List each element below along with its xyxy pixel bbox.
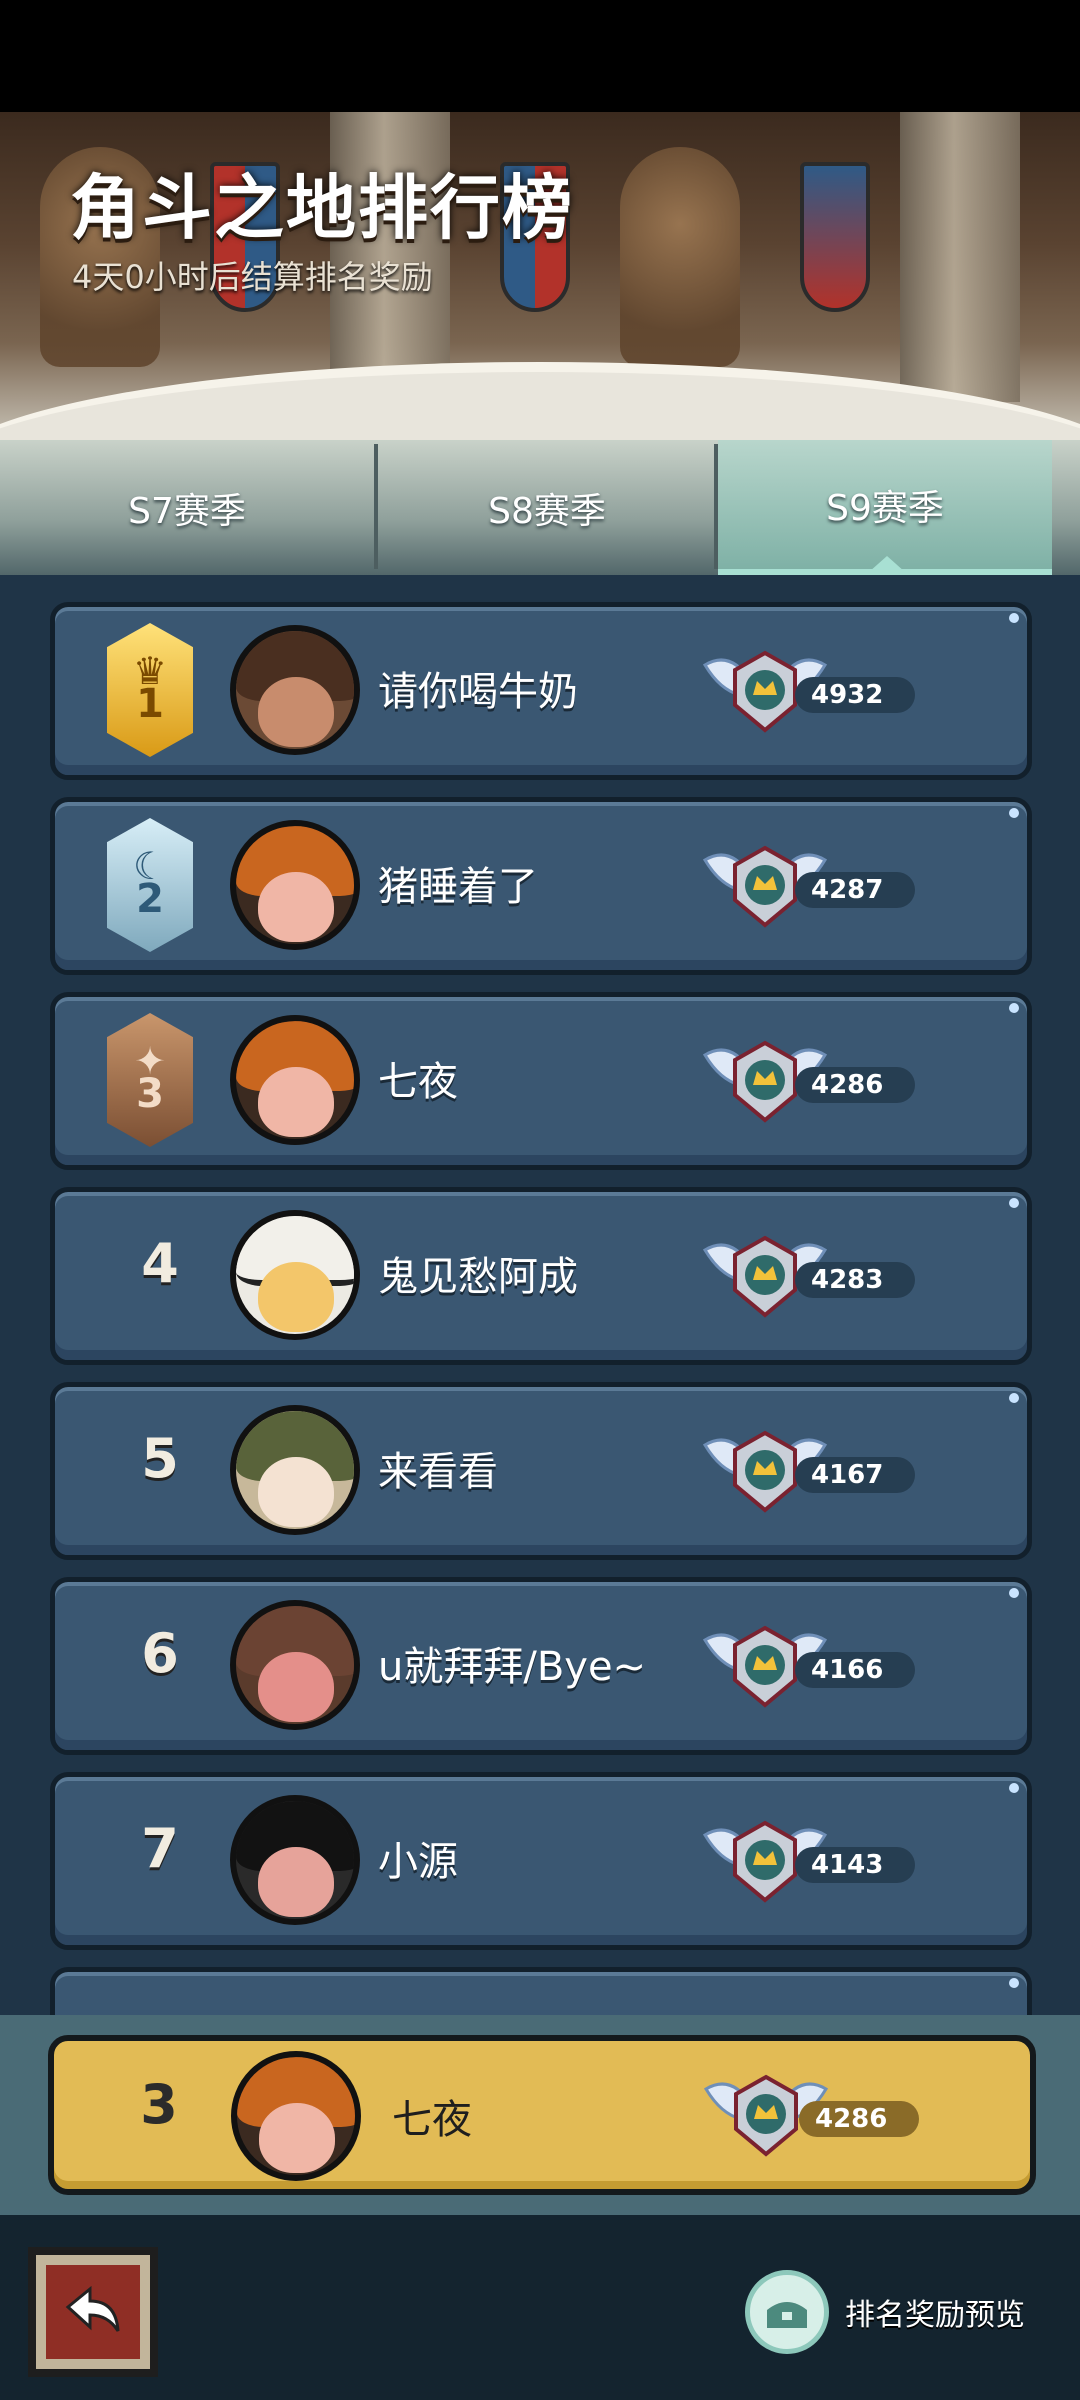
avatar[interactable] xyxy=(230,1600,360,1730)
player-name: 请你喝牛奶 xyxy=(378,669,578,715)
rank-number: 6 xyxy=(141,1622,179,1685)
leaderboard-row[interactable]: 6 u就拜拜/Bye~ 4166 xyxy=(50,1577,1032,1755)
corner-dot xyxy=(1009,613,1019,623)
player-name: 来看看 xyxy=(378,1449,498,1495)
score-value: 4287 xyxy=(795,872,915,908)
corner-dot xyxy=(1009,1978,1019,1988)
avatar-face xyxy=(258,872,334,942)
rank-number: 4 xyxy=(141,1232,179,1295)
corner-dot xyxy=(1009,1783,1019,1793)
avatar-face xyxy=(258,1847,334,1917)
avatar-face xyxy=(258,677,334,747)
score-value: 4167 xyxy=(795,1457,915,1493)
active-tab-indicator xyxy=(869,556,905,572)
player-name: 小源 xyxy=(378,1839,458,1885)
leaderboard-row-partial[interactable] xyxy=(50,1967,1032,2015)
leaderboard-screen: 角斗之地排行榜 4天0小时后结算排名奖励 S7赛季 S8赛季 S9赛季 ♛ 1 … xyxy=(0,0,1080,2400)
settlement-countdown: 4天0小时后结算排名奖励 xyxy=(72,258,433,296)
reward-preview-label: 排名奖励预览 xyxy=(845,2298,1025,2333)
gold-medal-icon: ♛ 1 xyxy=(107,623,193,757)
player-name: 鬼见愁阿成 xyxy=(378,1254,578,1300)
leaderboard-row[interactable]: ♛ 1 请你喝牛奶 4932 xyxy=(50,602,1032,780)
corner-dot xyxy=(1009,1393,1019,1403)
arena-banner: 角斗之地排行榜 4天0小时后结算排名奖励 xyxy=(0,112,1080,442)
shield-decoration xyxy=(800,162,870,312)
reward-preview-button[interactable]: 排名奖励预览 xyxy=(745,2270,1045,2354)
leaderboard-row[interactable]: 5 来看看 4167 xyxy=(50,1382,1032,1560)
back-button[interactable] xyxy=(28,2247,158,2377)
my-avatar[interactable] xyxy=(231,2051,361,2181)
my-rank-row[interactable]: 3 七夜 4286 xyxy=(48,2035,1036,2195)
star-icon: ✦ xyxy=(134,1039,166,1083)
avatar[interactable] xyxy=(230,1210,360,1340)
bronze-medal-icon: ✦ 3 xyxy=(107,1013,193,1147)
knight-statue xyxy=(620,147,740,367)
score-value: 4143 xyxy=(795,1847,915,1883)
score-value: 4286 xyxy=(795,1067,915,1103)
season-tabs: S7赛季 S8赛季 S9赛季 xyxy=(0,440,1080,575)
my-score-value: 4286 xyxy=(799,2101,919,2137)
corner-dot xyxy=(1009,1588,1019,1598)
score-value: 4283 xyxy=(795,1262,915,1298)
avatar-face xyxy=(258,1457,334,1527)
silver-medal-icon: ☾ 2 xyxy=(107,818,193,952)
leaderboard-list[interactable]: ♛ 1 请你喝牛奶 4932 ☾ 2 猪睡着了 4287 ✦ 3 七夜 4286… xyxy=(0,575,1080,2015)
corner-dot xyxy=(1009,808,1019,818)
tab-s7[interactable]: S7赛季 xyxy=(0,440,374,575)
leaderboard-row[interactable]: 7 小源 4143 xyxy=(50,1772,1032,1950)
moon-icon: ☾ xyxy=(132,844,168,888)
avatar[interactable] xyxy=(230,1015,360,1145)
back-arrow-icon xyxy=(46,2265,140,2359)
leaderboard-row[interactable]: ✦ 3 七夜 4286 xyxy=(50,992,1032,1170)
player-name: 七夜 xyxy=(378,1059,458,1105)
corner-dot xyxy=(1009,1198,1019,1208)
tab-s9[interactable]: S9赛季 xyxy=(718,440,1052,575)
leaderboard-row[interactable]: ☾ 2 猪睡着了 4287 xyxy=(50,797,1032,975)
corner-dot xyxy=(1009,1003,1019,1013)
status-bar-area xyxy=(0,0,1080,112)
my-rank-number: 3 xyxy=(140,2073,178,2136)
pillar-decoration xyxy=(900,112,1020,402)
leaderboard-row[interactable]: 4 鬼见愁阿成 4283 xyxy=(50,1187,1032,1365)
page-title: 角斗之地排行榜 xyxy=(70,167,574,249)
rank-number: 7 xyxy=(141,1817,179,1880)
player-name: 猪睡着了 xyxy=(378,864,538,910)
avatar[interactable] xyxy=(230,820,360,950)
bottom-bar: 排名奖励预览 xyxy=(0,2215,1080,2400)
avatar[interactable] xyxy=(230,1795,360,1925)
score-value: 4166 xyxy=(795,1652,915,1688)
rank-number: 5 xyxy=(141,1427,179,1490)
my-player-name: 七夜 xyxy=(392,2097,472,2143)
avatar-face xyxy=(258,1652,334,1722)
treasure-chest-icon xyxy=(745,2270,829,2354)
tab-s8[interactable]: S8赛季 xyxy=(378,440,716,575)
avatar-face xyxy=(259,2103,335,2173)
player-name: u就拜拜/Bye~ xyxy=(378,1644,647,1690)
score-value: 4932 xyxy=(795,677,915,713)
avatar-face xyxy=(258,1262,334,1332)
avatar[interactable] xyxy=(230,1405,360,1535)
avatar[interactable] xyxy=(230,625,360,755)
crown-icon: ♛ xyxy=(132,649,168,693)
avatar-face xyxy=(258,1067,334,1137)
